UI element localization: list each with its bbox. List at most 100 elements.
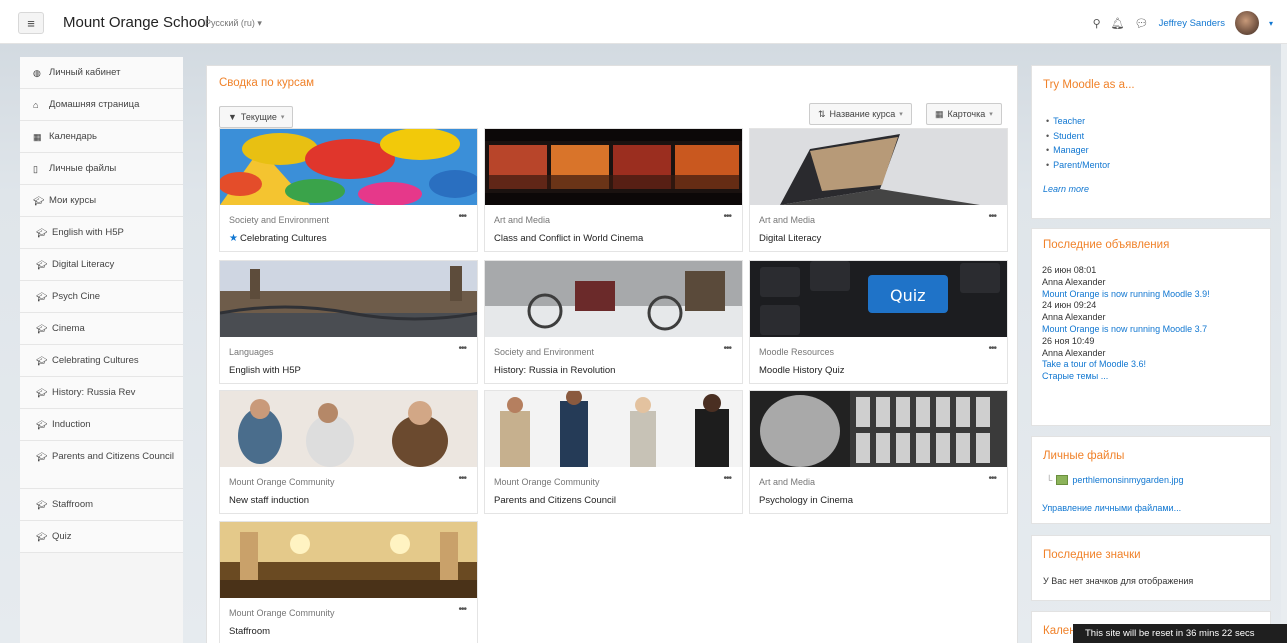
course-name[interactable]: History: Russia in Revolution <box>494 365 615 376</box>
course-category: Society and Environment <box>229 215 330 225</box>
announcement-date: 26 июн 08:01 <box>1042 265 1097 275</box>
file-item[interactable]: └ perthlemonsinmygarden.jpg <box>1046 475 1183 485</box>
course-image[interactable] <box>220 522 477 598</box>
course-image[interactable] <box>485 391 742 467</box>
search-icon[interactable]: ⚲ <box>1093 17 1101 30</box>
chevron-down-icon: ▾ <box>280 114 285 121</box>
graduation-cap-icon: 🎓︎ <box>36 260 48 270</box>
course-card[interactable]: Languages ••• English with H5P <box>219 260 478 384</box>
sidebar-item-course[interactable]: 🎓︎ Staffroom <box>20 489 183 521</box>
role-link[interactable]: Student <box>1046 129 1110 144</box>
course-image[interactable] <box>750 391 1007 467</box>
older-topics-link[interactable]: Старые темы ... <box>1042 371 1210 383</box>
course-card[interactable]: Art and Media ••• Psychology in Cinema <box>749 390 1008 514</box>
graduation-cap-icon: 🎓︎ <box>36 420 48 430</box>
bell-icon[interactable]: 🔔︎ <box>1111 17 1125 30</box>
course-name[interactable]: New staff induction <box>229 495 309 506</box>
chevron-down-icon[interactable]: ▾ <box>1269 19 1273 28</box>
language-selector[interactable]: Русский (ru) ▾ <box>205 18 262 29</box>
more-options-icon[interactable]: ••• <box>458 604 466 615</box>
filter-dropdown[interactable]: ▼ Текущие ▾ <box>219 106 294 128</box>
course-category: Languages <box>229 347 274 357</box>
more-options-icon[interactable]: ••• <box>988 343 996 354</box>
course-card[interactable]: Mount Orange Community ••• New staff ind… <box>219 390 478 514</box>
course-name[interactable]: Staffroom <box>229 626 270 637</box>
announcement-list: 26 июн 08:01 Anna Alexander Mount Orange… <box>1042 265 1210 383</box>
sidebar-item-course[interactable]: 🎓︎ Cinema <box>20 313 183 345</box>
announcement-author: Anna Alexander <box>1042 347 1106 358</box>
sidebar-item-course[interactable]: 🎓︎ Induction <box>20 409 183 441</box>
page-title: Сводка по курсам <box>219 77 315 89</box>
course-image[interactable] <box>485 261 742 337</box>
course-category: Mount Orange Community <box>494 477 600 487</box>
site-brand[interactable]: Mount Orange School <box>63 14 209 31</box>
sidebar-item-dashboard[interactable]: ◍ Личный кабинет <box>20 57 183 89</box>
view-dropdown[interactable]: ▦ Карточка ▾ <box>926 103 1002 125</box>
sidebar-item-course[interactable]: 🎓︎ History: Russia Rev <box>20 377 183 409</box>
course-name[interactable]: English with H5P <box>229 365 301 376</box>
course-name[interactable]: Parents and Citizens Council <box>494 495 616 506</box>
course-card[interactable]: Art and Media ••• Class and Conflict in … <box>484 128 743 252</box>
more-options-icon[interactable]: ••• <box>988 473 996 484</box>
calendar-icon: ▦ <box>33 132 42 142</box>
more-options-icon[interactable]: ••• <box>723 473 731 484</box>
course-name[interactable]: Moodle History Quiz <box>759 365 845 376</box>
manage-files-link[interactable]: Управление личными файлами... <box>1042 503 1181 513</box>
graduation-cap-icon: 🎓︎ <box>36 324 48 334</box>
course-name[interactable]: Class and Conflict in World Cinema <box>494 233 643 244</box>
dashboard-icon: ◍ <box>33 68 41 78</box>
more-options-icon[interactable]: ••• <box>458 473 466 484</box>
sidebar-item-course[interactable]: 🎓︎ Quiz <box>20 521 183 553</box>
sort-dropdown[interactable]: ⇅ Название курса ▾ <box>809 103 912 125</box>
course-card[interactable]: Society and Environment ••• ★ Celebrating… <box>219 128 478 252</box>
course-card[interactable]: Society and Environment ••• History: Rus… <box>484 260 743 384</box>
course-image[interactable] <box>220 129 477 205</box>
announcement-link[interactable]: Mount Orange is now running Moodle 3.7 <box>1042 324 1210 336</box>
role-link[interactable]: Manager <box>1046 143 1110 158</box>
sidebar-item-course[interactable]: 🎓︎ Digital Literacy <box>20 249 183 281</box>
sidebar-item-course[interactable]: 🎓︎ English with H5P <box>20 217 183 249</box>
sidebar-item-private-files[interactable]: ▯ Личные файлы <box>20 153 183 185</box>
more-options-icon[interactable]: ••• <box>458 343 466 354</box>
announcement-link[interactable]: Mount Orange is now running Moodle 3.9! <box>1042 289 1210 301</box>
nav-drawer: ◍ Личный кабинет ⌂ Домашняя страница ▦ Кале… <box>20 57 183 643</box>
course-name[interactable]: ★ Celebrating Cultures <box>229 233 327 244</box>
course-image[interactable] <box>220 391 477 467</box>
course-card[interactable]: Art and Media ••• Digital Literacy <box>749 128 1008 252</box>
page-scrollbar[interactable] <box>1281 44 1287 643</box>
sidebar-item-home[interactable]: ⌂ Домашняя страница <box>20 89 183 121</box>
try-moodle-block: Try Moodle as a... Teacher Student Manag… <box>1031 65 1271 219</box>
course-image[interactable] <box>485 129 742 205</box>
course-card[interactable]: Mount Orange Community ••• Staffroom <box>219 521 478 643</box>
more-options-icon[interactable]: ••• <box>723 211 731 222</box>
image-file-icon <box>1056 475 1069 485</box>
sidebar-item-course[interactable]: 🎓︎ Celebrating Cultures <box>20 345 183 377</box>
sidebar-item-course[interactable]: 🎓︎ Parents and Citizens Council <box>20 441 183 489</box>
sidebar-item-my-courses[interactable]: 🎓︎ Мои курсы <box>20 185 183 217</box>
star-icon: ★ <box>229 233 238 244</box>
more-options-icon[interactable]: ••• <box>988 211 996 222</box>
sidebar-item-course[interactable]: 🎓︎ Psych Cine <box>20 281 183 313</box>
course-image[interactable] <box>220 261 477 337</box>
chevron-down-icon: ▾ <box>899 111 903 118</box>
file-link[interactable]: perthlemonsinmygarden.jpg <box>1072 475 1183 485</box>
course-image[interactable] <box>750 129 1007 205</box>
more-options-icon[interactable]: ••• <box>458 211 466 222</box>
sidebar-item-calendar[interactable]: ▦ Календарь <box>20 121 183 153</box>
user-name[interactable]: Jeffrey Sanders <box>1159 18 1225 29</box>
course-name[interactable]: Psychology in Cinema <box>759 495 853 506</box>
announcement-link[interactable]: Take a tour of Moodle 3.6! <box>1042 359 1210 371</box>
role-link[interactable]: Teacher <box>1046 114 1110 129</box>
learn-more-link[interactable]: Learn more <box>1043 184 1089 194</box>
course-card[interactable]: Quiz Moodle Resources ••• Moodle History… <box>749 260 1008 384</box>
more-options-icon[interactable]: ••• <box>723 343 731 354</box>
course-card[interactable]: Mount Orange Community ••• Parents and C… <box>484 390 743 514</box>
role-link[interactable]: Parent/Mentor <box>1046 158 1110 173</box>
course-category: Art and Media <box>494 215 551 225</box>
hamburger-icon[interactable]: ≡ <box>18 12 44 34</box>
graduation-cap-icon: 🎓︎ <box>36 292 48 302</box>
course-image[interactable]: Quiz <box>750 261 1007 337</box>
chat-icon[interactable]: 💬︎ <box>1135 17 1149 30</box>
course-name[interactable]: Digital Literacy <box>759 233 821 244</box>
avatar[interactable] <box>1234 11 1259 35</box>
